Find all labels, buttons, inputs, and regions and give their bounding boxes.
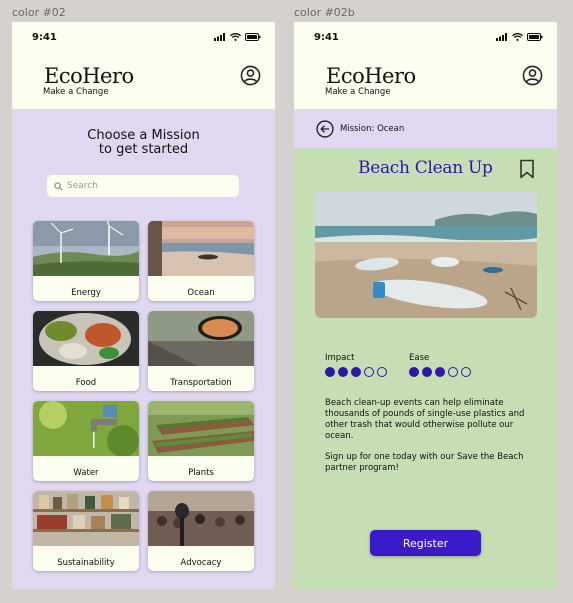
category-card-transportation[interactable]: Transportation [148, 311, 254, 391]
category-label: Water [73, 467, 99, 478]
microphone-crowd-photo [148, 491, 254, 546]
category-label: Plants [188, 467, 214, 478]
car-mirror-photo [148, 311, 254, 366]
profile-icon[interactable] [522, 65, 543, 86]
rating-dot-empty [364, 367, 374, 377]
status-icons [214, 33, 261, 41]
rating-dot-filled [422, 367, 432, 377]
food-bowl-photo [33, 311, 139, 366]
profile-icon[interactable] [240, 65, 261, 86]
mission-description: Beach clean-up events can help eliminate… [325, 398, 525, 441]
battery-icon [245, 33, 261, 41]
status-time: 9:41 [314, 31, 339, 43]
rating-dot-filled [435, 367, 445, 377]
battery-icon [527, 33, 543, 41]
pantry-jars-photo [33, 491, 139, 546]
page-title: Beach Clean Up [358, 158, 493, 178]
app-logo: EcoHero [44, 64, 134, 88]
status-time: 9:41 [32, 31, 57, 43]
search-icon [54, 181, 63, 191]
mission-select-screen: 9:41 EcoHero Make a Change Choose a Miss… [12, 22, 275, 589]
mission-detail-body: Beach Clean Up Impact Ease Beach clean-u… [294, 148, 557, 589]
category-label: Sustainability [57, 557, 115, 568]
faucet-photo [33, 401, 139, 457]
app-tagline: Make a Change [325, 87, 391, 97]
signal-icon [214, 33, 225, 41]
signal-icon [496, 33, 507, 41]
app-tagline: Make a Change [43, 87, 109, 97]
beach-photo [148, 221, 254, 276]
app-logo: EcoHero [326, 64, 416, 88]
register-button[interactable]: Register [370, 530, 481, 556]
frame-label-right: color #02b [294, 6, 355, 19]
impact-label: Impact [325, 353, 355, 363]
ease-rating [409, 367, 471, 377]
rating-dot-filled [409, 367, 419, 377]
bookmark-icon[interactable] [519, 159, 535, 179]
mission-heading-line2: to get started [98, 142, 189, 157]
ease-label: Ease [409, 353, 430, 363]
rating-dot-filled [325, 367, 335, 377]
garden-photo [148, 401, 254, 456]
app-header: EcoHero Make a Change [294, 52, 557, 110]
beach-plastic-photo [315, 192, 537, 318]
category-card-water[interactable]: Water [33, 401, 139, 481]
app-header: EcoHero Make a Change [12, 52, 275, 110]
status-icons [496, 33, 543, 41]
rating-dot-filled [338, 367, 348, 377]
wifi-icon [230, 33, 241, 41]
category-label: Food [75, 377, 97, 388]
category-card-advocacy[interactable]: Advocacy [148, 491, 254, 571]
rating-dot-empty [448, 367, 458, 377]
category-card-ocean[interactable]: Ocean [148, 221, 254, 301]
rating-dot-empty [377, 367, 387, 377]
category-label: Transportation [170, 377, 232, 388]
mission-detail-screen: 9:41 EcoHero Make a Change Mission: Ocea… [294, 22, 557, 589]
category-card-sustainability[interactable]: Sustainability [33, 491, 139, 571]
wind-turbine-photo [33, 221, 139, 276]
back-arrow-icon[interactable] [316, 120, 334, 138]
category-card-plants[interactable]: Plants [148, 401, 254, 481]
search-placeholder: Search [67, 181, 98, 191]
impact-rating [325, 367, 387, 377]
breadcrumb: Mission: Ocean [340, 124, 405, 134]
category-label: Advocacy [180, 557, 222, 568]
mission-select-body: Choose a Mission to get started Search E… [12, 110, 275, 589]
mission-cta-text: Sign up for one today with our Save the … [325, 452, 524, 473]
category-label: Energy [71, 287, 101, 298]
status-bar: 9:41 [294, 22, 557, 52]
search-input[interactable]: Search [47, 175, 239, 197]
category-label: Ocean [187, 287, 215, 298]
wifi-icon [512, 33, 523, 41]
breadcrumb-bar: Mission: Ocean [294, 110, 557, 148]
frame-label-left: color #02 [12, 6, 66, 19]
rating-dot-filled [351, 367, 361, 377]
mission-heading: Choose a Mission to get started [12, 129, 275, 157]
mission-heading-line1: Choose a Mission [87, 128, 200, 143]
category-card-energy[interactable]: Energy [33, 221, 139, 301]
category-card-food[interactable]: Food [33, 311, 139, 391]
status-bar: 9:41 [12, 22, 275, 52]
rating-dot-empty [461, 367, 471, 377]
